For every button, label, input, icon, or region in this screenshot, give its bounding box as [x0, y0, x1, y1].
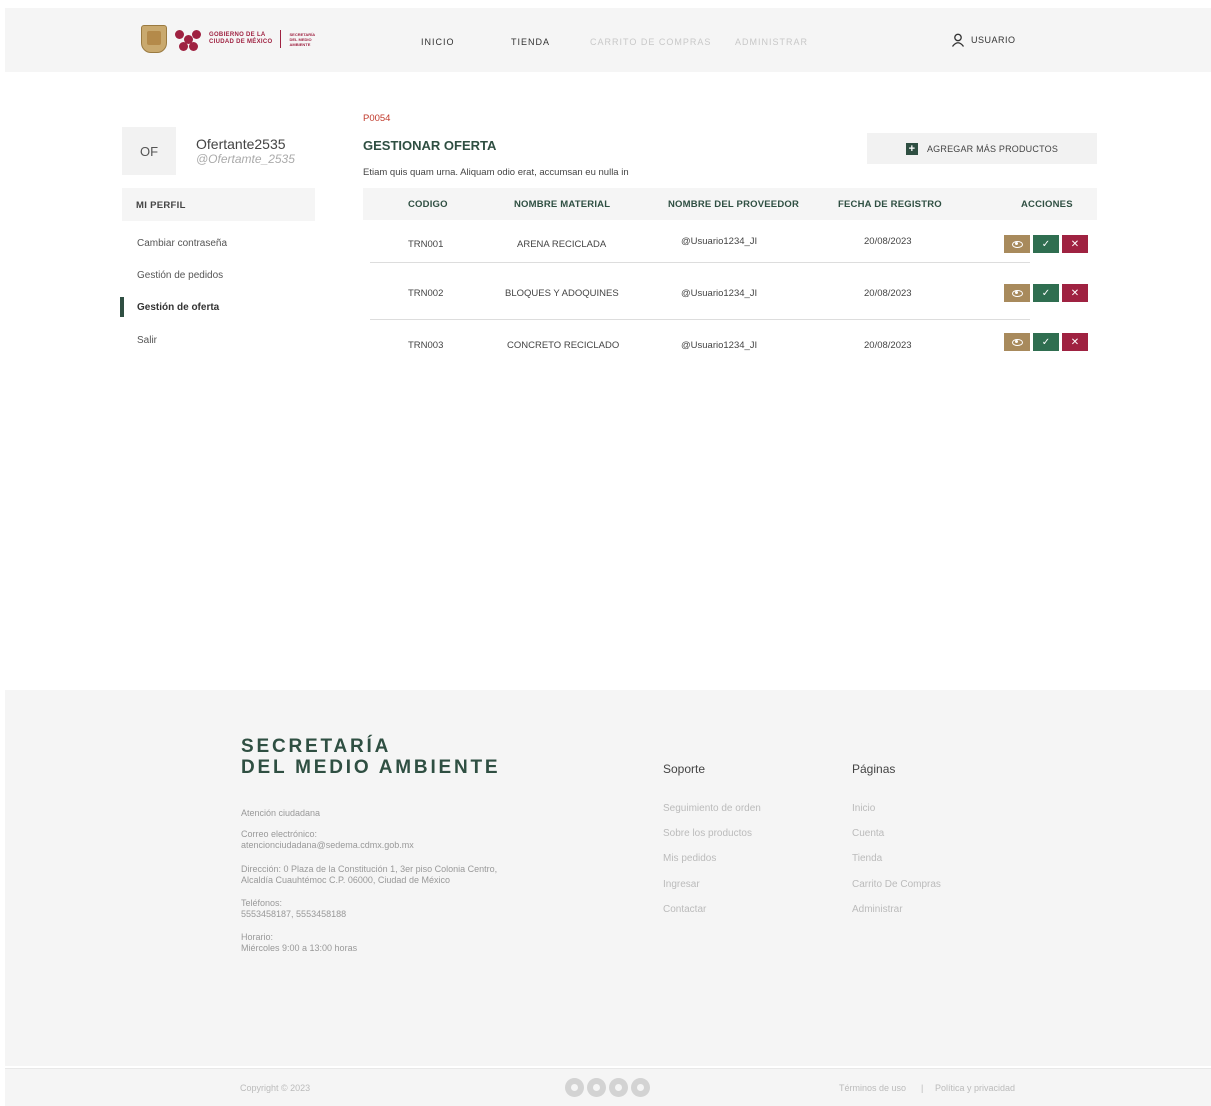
- instagram-icon[interactable]: [631, 1078, 650, 1097]
- close-icon: ✕: [1070, 287, 1080, 299]
- cell-codigo: TRN001: [408, 239, 444, 250]
- footer-horario: Horario: Miércoles 9:00 a 13:00 horas: [241, 932, 358, 953]
- view-button[interactable]: [1004, 333, 1030, 351]
- user-label: USUARIO: [971, 35, 1016, 45]
- cell-codigo: TRN002: [408, 288, 444, 299]
- row-divider: [370, 319, 1030, 320]
- page-description: Etiam quis quam urna. Aliquam odio erat,…: [363, 167, 629, 178]
- close-icon: ✕: [1070, 336, 1080, 348]
- footer-link-pedidos[interactable]: Mis pedidos: [663, 853, 716, 864]
- footer-link-administrar[interactable]: Administrar: [852, 904, 903, 915]
- facebook-icon[interactable]: [565, 1078, 584, 1097]
- page-title: GESTIONAR OFERTA: [363, 138, 497, 153]
- footer-brand: SECRETARÍA DEL MEDIO AMBIENTE: [241, 736, 501, 778]
- cell-material: BLOQUES Y ADOQUINES: [505, 288, 619, 299]
- delete-button[interactable]: ✕: [1062, 235, 1088, 253]
- footer: [5, 690, 1211, 1066]
- approve-button[interactable]: ✓: [1033, 333, 1059, 351]
- cell-fecha: 20/08/2023: [864, 340, 912, 351]
- footer-link-productos[interactable]: Sobre los productos: [663, 828, 752, 839]
- youtube-icon[interactable]: [609, 1078, 628, 1097]
- nav-carrito[interactable]: CARRITO DE COMPRAS: [590, 37, 711, 47]
- privacy-link[interactable]: Política y privacidad: [935, 1083, 1015, 1093]
- close-icon: ✕: [1070, 238, 1080, 250]
- check-icon: ✓: [1041, 287, 1051, 299]
- footer-link-ingresar[interactable]: Ingresar: [663, 879, 700, 890]
- avatar: OF: [122, 127, 176, 175]
- user-menu[interactable]: USUARIO: [951, 33, 1016, 47]
- table-header: CODIGO NOMBRE MATERIAL NOMBRE DEL PROVEE…: [363, 188, 1097, 220]
- footer-link-contactar[interactable]: Contactar: [663, 904, 706, 915]
- cell-fecha: 20/08/2023: [864, 288, 912, 299]
- footer-link-seguimiento[interactable]: Seguimiento de orden: [663, 803, 761, 814]
- footer-direccion: Dirección: 0 Plaza de la Constitución 1,…: [241, 864, 498, 885]
- profile-card: OF Ofertante2535 @Ofertamte_2535: [122, 127, 295, 175]
- sidebar-item-gestion-pedidos[interactable]: Gestión de pedidos: [137, 270, 223, 281]
- row-actions: ✓ ✕: [1004, 333, 1088, 351]
- column-header-acciones: ACCIONES: [1021, 199, 1073, 210]
- plus-icon: +: [905, 142, 918, 155]
- legal-separator: |: [921, 1083, 924, 1093]
- footer-atencion: Atención ciudadana: [241, 808, 321, 818]
- active-indicator: [120, 297, 124, 317]
- nav-administrar[interactable]: ADMINISTRAR: [735, 37, 808, 47]
- cdmx-logo[interactable]: GOBIERNO DE LA CIUDAD DE MÉXICO SECRETAR…: [141, 25, 321, 53]
- delete-button[interactable]: ✕: [1062, 284, 1088, 302]
- column-header-material: NOMBRE MATERIAL: [514, 199, 611, 210]
- cell-proveedor: @Usuario1234_JI: [681, 236, 758, 247]
- sidebar-item-gestion-oferta[interactable]: Gestión de oferta: [137, 302, 219, 313]
- check-icon: ✓: [1041, 238, 1051, 250]
- profile-name: Ofertante2535: [196, 136, 286, 152]
- approve-button[interactable]: ✓: [1033, 235, 1059, 253]
- row-divider: [370, 262, 1030, 263]
- column-header-codigo: CODIGO: [408, 199, 448, 210]
- footer-telefonos: Teléfonos: 5553458187, 5553458188: [241, 898, 347, 919]
- add-products-label: AGREGAR MÁS PRODUCTOS: [926, 143, 1059, 154]
- approve-button[interactable]: ✓: [1033, 284, 1059, 302]
- sidebar-item-cambiar-contrasena[interactable]: Cambiar contraseña: [137, 238, 227, 249]
- logo-subtitle: SECRETARÍA DEL MEDIO AMBIENTE: [289, 31, 316, 47]
- column-header-fecha: FECHA DE REGISTRO: [838, 199, 942, 210]
- nav-inicio[interactable]: INICIO: [421, 37, 455, 47]
- sidebar-item-salir[interactable]: Salir: [137, 335, 157, 346]
- cell-material: ARENA RECICLADA: [517, 239, 607, 250]
- logo-divider: [280, 30, 282, 48]
- cell-fecha: 20/08/2023: [864, 236, 912, 247]
- profile-handle: @Ofertamte_2535: [196, 152, 295, 166]
- footer-link-inicio[interactable]: Inicio: [852, 803, 875, 814]
- footer-link-carrito[interactable]: Carrito De Compras: [852, 879, 941, 890]
- view-button[interactable]: [1004, 284, 1030, 302]
- eye-icon: [1011, 240, 1023, 248]
- sidebar-section-title: MI PERFIL: [122, 188, 315, 221]
- user-icon: [951, 33, 965, 47]
- logo-text: GOBIERNO DE LA CIUDAD DE MÉXICO: [209, 32, 273, 45]
- twitter-icon[interactable]: [587, 1078, 606, 1097]
- footer-paginas-title: Páginas: [852, 762, 896, 776]
- cell-material: CONCRETO RECICLADO: [507, 340, 620, 351]
- row-actions: ✓ ✕: [1004, 284, 1088, 302]
- cdmx-mark-icon: [175, 26, 201, 52]
- cell-codigo: TRN003: [408, 340, 444, 351]
- view-button[interactable]: [1004, 235, 1030, 253]
- cell-proveedor: @Usuario1234_JI: [681, 340, 758, 351]
- copyright: Copyright © 2023: [240, 1083, 311, 1093]
- eye-icon: [1011, 338, 1023, 346]
- eye-icon: [1011, 289, 1023, 297]
- terms-link[interactable]: Términos de uso: [839, 1083, 906, 1093]
- footer-correo: Correo electrónico: atencionciudadana@se…: [241, 829, 414, 850]
- social-links: [565, 1078, 650, 1097]
- coat-of-arms-icon: [141, 25, 167, 53]
- column-header-proveedor: NOMBRE DEL PROVEEDOR: [668, 199, 800, 210]
- check-icon: ✓: [1041, 336, 1051, 348]
- row-actions: ✓ ✕: [1004, 235, 1088, 253]
- add-products-button[interactable]: + AGREGAR MÁS PRODUCTOS: [867, 133, 1097, 164]
- nav-tienda[interactable]: TIENDA: [511, 37, 550, 47]
- footer-soporte-title: Soporte: [663, 762, 706, 776]
- delete-button[interactable]: ✕: [1062, 333, 1088, 351]
- cell-proveedor: @Usuario1234_JI: [681, 288, 758, 299]
- footer-link-tienda[interactable]: Tienda: [852, 853, 882, 864]
- offer-code: P0054: [363, 113, 391, 124]
- footer-link-cuenta[interactable]: Cuenta: [852, 828, 884, 839]
